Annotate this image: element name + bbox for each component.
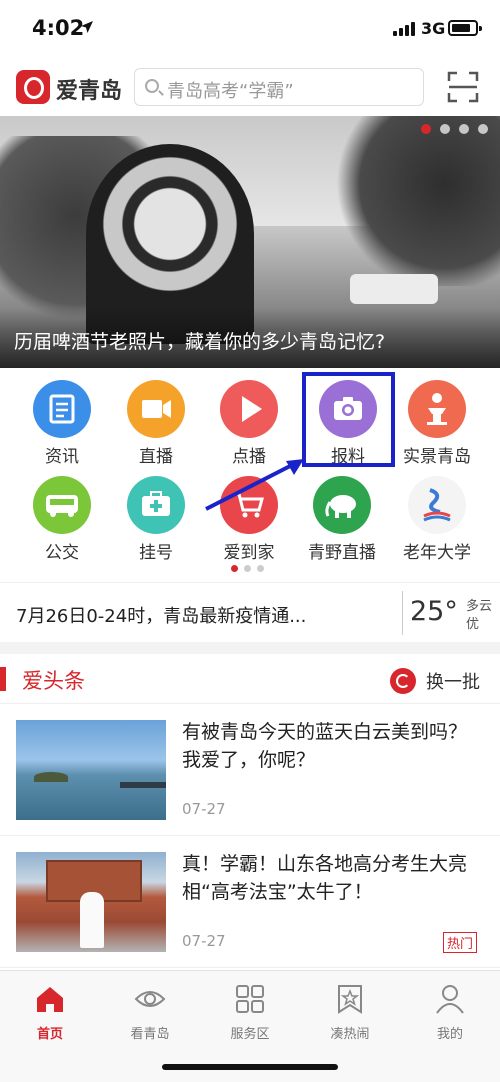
news-thumbnail	[16, 720, 166, 820]
user-icon	[436, 985, 464, 1014]
service-bus[interactable]: 公交	[16, 464, 108, 563]
service-label: 青野直播	[308, 543, 376, 563]
refresh-button[interactable]: 换一批	[426, 668, 480, 694]
signal-icon	[393, 22, 415, 36]
banner-carousel[interactable]: 历届啤酒节老照片，藏着你的多少青岛记忆?	[0, 116, 500, 368]
section-accent-bar	[0, 667, 6, 691]
annotation-highlight-box	[302, 372, 395, 467]
university-logo-icon	[408, 476, 466, 534]
tab-services[interactable]: 服务区	[200, 979, 300, 1049]
section-title: 爱头条	[22, 669, 85, 693]
weather-condition: 多云	[466, 599, 493, 614]
medical-kit-icon	[127, 476, 185, 534]
app-header: 爱青岛 青岛高考“学霸”	[0, 60, 500, 116]
page-dot	[231, 565, 238, 572]
scan-icon[interactable]	[446, 70, 480, 104]
news-item[interactable]: 有被青岛今天的蓝天白云美到吗？我爱了，你呢？ 07-27	[0, 704, 500, 836]
news-date: 07-27	[182, 932, 226, 950]
battery-icon	[448, 20, 482, 36]
tab-watch-qingdao[interactable]: 看青岛	[100, 979, 200, 1049]
location-arrow-icon	[81, 21, 93, 33]
service-senior-university[interactable]: 老年大学	[391, 464, 483, 563]
network-type: 3G	[421, 19, 446, 38]
video-camera-icon	[127, 380, 185, 438]
status-bar: 4:02 3G	[0, 0, 500, 60]
grid-icon	[236, 985, 264, 1013]
search-input[interactable]: 青岛高考“学霸”	[134, 68, 424, 106]
tab-label: 凑热闹	[330, 1027, 370, 1042]
news-headline: 有被青岛今天的蓝天白云美到吗？我爱了，你呢？	[182, 721, 468, 771]
landmark-icon	[408, 380, 466, 438]
eye-icon	[134, 991, 166, 1007]
tab-profile[interactable]: 我的	[400, 979, 500, 1049]
service-live[interactable]: 直播	[110, 368, 202, 467]
search-placeholder: 青岛高考“学霸”	[167, 81, 294, 102]
service-scenic[interactable]: 实景青岛	[391, 368, 483, 467]
banner-caption: 历届啤酒节老照片，藏着你的多少青岛记忆?	[14, 331, 386, 353]
news-icon	[33, 380, 91, 438]
service-label: 挂号	[139, 543, 173, 563]
play-icon	[220, 380, 278, 438]
service-label: 爱到家	[223, 543, 275, 563]
headlines-section-header: 爱头条 换一批	[0, 654, 500, 704]
news-date: 07-27	[182, 800, 226, 818]
news-item[interactable]: 真！学霸！山东各地高分考生大亮相“高考法宝”太牛了！ 07-27 热门	[0, 836, 500, 968]
hot-tag: 热门	[443, 932, 478, 953]
service-label: 老年大学	[403, 543, 471, 563]
search-icon	[145, 79, 159, 93]
annotation-arrow-icon	[205, 459, 304, 511]
elephant-icon	[313, 476, 371, 534]
banner-dot	[478, 124, 488, 134]
app-logo-icon	[16, 70, 50, 104]
news-thumbnail	[16, 852, 166, 952]
weather-temperature: 25°	[410, 596, 458, 627]
tab-label: 我的	[436, 1027, 463, 1042]
tab-label: 首页	[36, 1027, 63, 1042]
service-registration[interactable]: 挂号	[110, 464, 202, 563]
star-bookmark-icon	[338, 985, 362, 1014]
divider	[402, 591, 403, 635]
tab-events[interactable]: 凑热闹	[300, 979, 400, 1049]
app-screen: 4:02 3G 爱青岛 青岛高考“学霸” 历届啤酒节老照片，藏着你的多少青岛记忆…	[0, 0, 500, 1082]
banner-dot	[440, 124, 450, 134]
service-vod[interactable]: 点播	[203, 368, 295, 467]
page-dot	[244, 565, 251, 572]
banner-car	[350, 274, 438, 304]
tab-label: 服务区	[230, 1027, 270, 1042]
bus-icon	[33, 476, 91, 534]
home-indicator	[162, 1064, 338, 1070]
app-brand: 爱青岛	[56, 79, 123, 104]
air-quality: 优	[466, 617, 480, 632]
page-dot	[257, 565, 264, 572]
banner-dot	[459, 124, 469, 134]
tab-label: 看青岛	[130, 1027, 170, 1042]
section-separator	[0, 642, 500, 654]
refresh-icon[interactable]	[390, 668, 416, 694]
service-label: 公交	[45, 543, 79, 563]
news-ticker[interactable]: 7月26日0-24时，青岛最新疫情通... 25° 多云 优	[0, 582, 500, 642]
service-pagination	[231, 565, 264, 572]
home-icon	[37, 987, 63, 1012]
ticker-text: 7月26日0-24时，青岛最新疫情通...	[16, 606, 307, 627]
tab-home[interactable]: 首页	[0, 979, 100, 1049]
banner-dot	[421, 124, 431, 134]
service-news[interactable]: 资讯	[16, 368, 108, 467]
banner-pagination	[421, 124, 488, 134]
status-time: 4:02	[32, 16, 85, 40]
news-headline: 真！学霸！山东各地高分考生大亮相“高考法宝”太牛了！	[182, 853, 468, 903]
